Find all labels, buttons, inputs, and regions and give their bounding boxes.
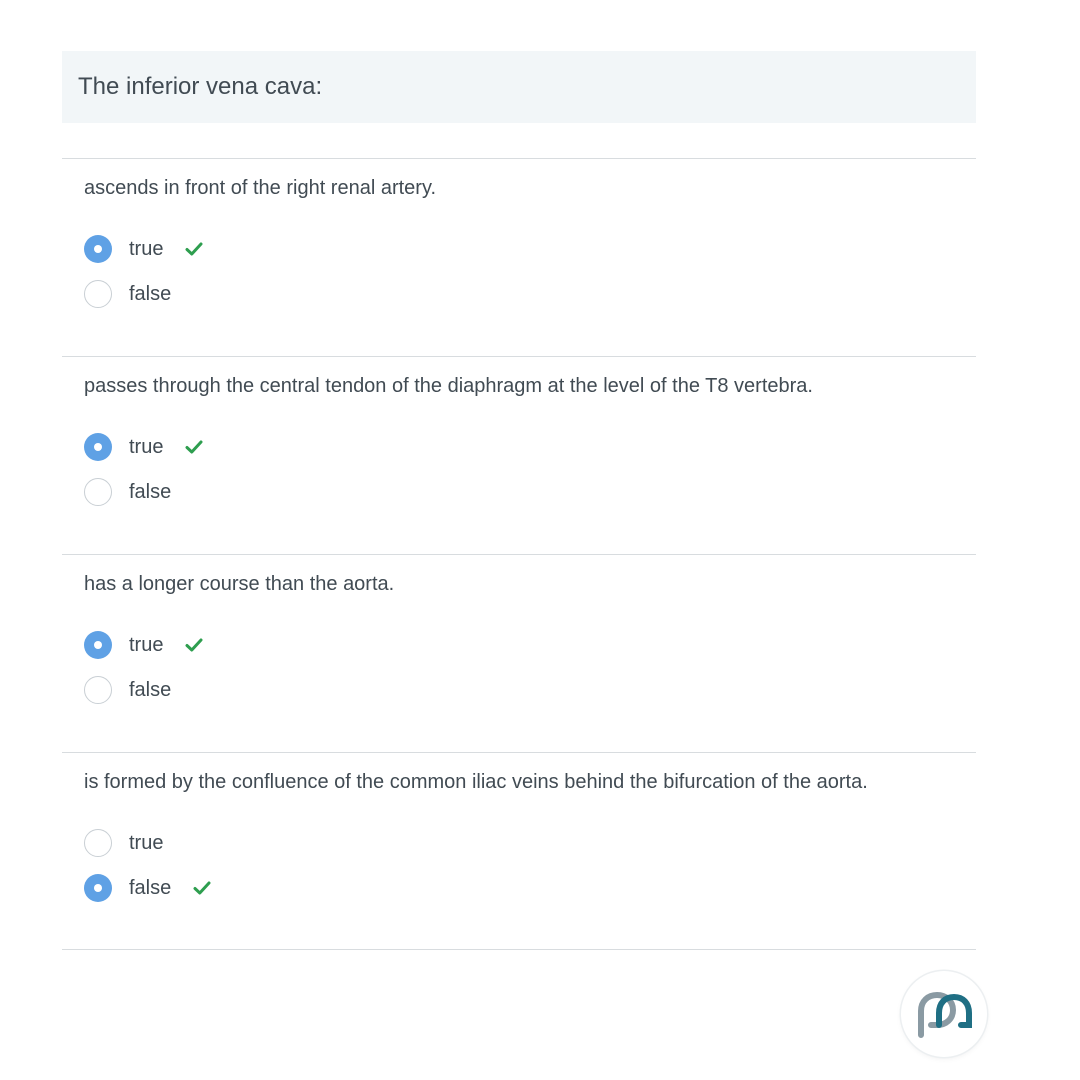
statement-item: is formed by the confluence of the commo… [62,752,976,950]
radio-dot [94,443,102,451]
option-true[interactable]: true [84,827,163,859]
option-label: true [129,633,164,656]
radio-button[interactable] [84,676,112,704]
option-true[interactable]: true [84,629,203,661]
statement-text: is formed by the confluence of the commo… [84,771,868,793]
statement-text: has a longer course than the aorta. [84,573,395,595]
radio-button[interactable] [84,874,112,902]
option-label: false [129,876,172,899]
radio-button[interactable] [84,433,112,461]
option-true[interactable]: true [84,431,203,463]
checkmark-icon [185,440,203,454]
option-label: false [129,480,172,503]
logo-mark [918,991,972,1038]
radio-button[interactable] [84,235,112,263]
radio-button[interactable] [84,280,112,308]
question-title: The inferior vena cava: [78,73,323,100]
option-false[interactable]: false [84,674,171,706]
option-false[interactable]: false [84,476,171,508]
statement-item: has a longer course than the aorta. true… [62,554,976,752]
statement-text: ascends in front of the right renal arte… [84,177,437,199]
radio-dot [94,884,102,892]
option-label: true [129,831,164,854]
radio-dot [94,245,102,253]
statement-list: ascends in front of the right renal arte… [62,158,976,950]
option-label: true [129,237,164,260]
radio-button[interactable] [84,631,112,659]
option-label: true [129,435,164,458]
checkmark-icon [185,638,203,652]
statement-item: passes through the central tendon of the… [62,356,976,554]
checkmark-icon [193,881,211,895]
radio-button[interactable] [84,478,112,506]
radio-dot [94,641,102,649]
option-false[interactable]: false [84,278,171,310]
option-label: false [129,678,172,701]
checkmark-icon [185,242,203,256]
radio-button[interactable] [84,829,112,857]
statement-text: passes through the central tendon of the… [84,375,813,397]
option-label: false [129,282,172,305]
quiz-page: The inferior vena cava: ascends in front… [0,0,1080,1080]
option-true[interactable]: true [84,233,203,265]
brand-logo-icon[interactable] [901,971,987,1057]
statement-item: ascends in front of the right renal arte… [62,158,976,356]
question-header: The inferior vena cava: [62,51,976,123]
option-false[interactable]: false [84,872,211,904]
